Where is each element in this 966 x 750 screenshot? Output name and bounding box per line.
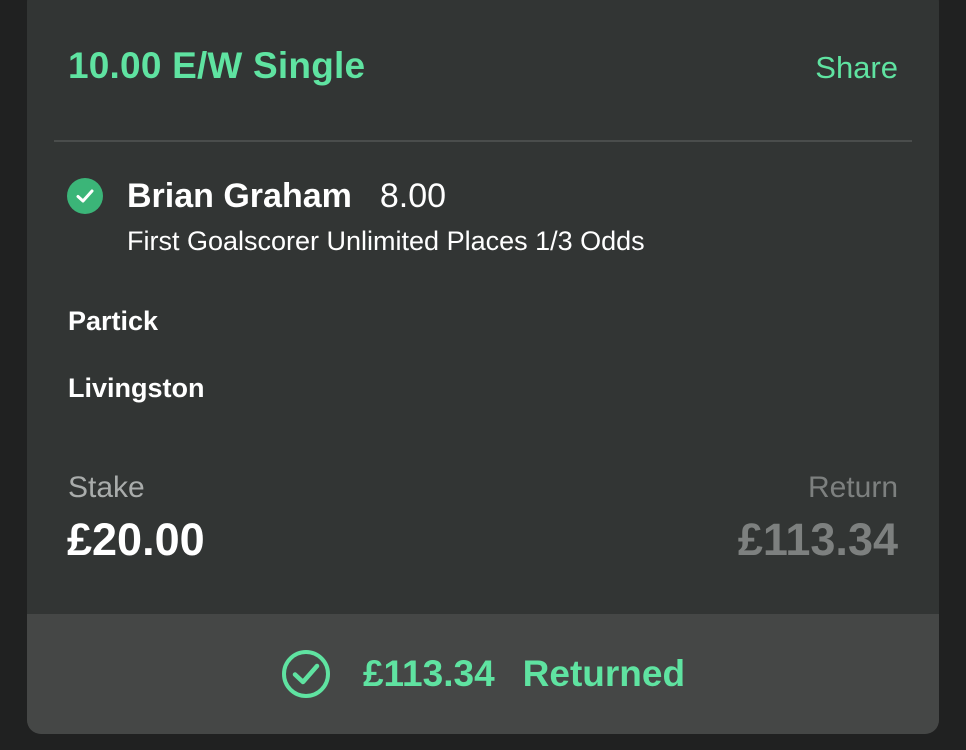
returned-banner: £113.34 Returned [27, 614, 939, 734]
return-label: Return [807, 471, 898, 504]
market-description: First Goalscorer Unlimited Places 1/3 Od… [127, 226, 645, 256]
header-divider [54, 140, 912, 142]
share-button[interactable]: Share [815, 50, 898, 86]
selection-odds: 8.00 [379, 176, 447, 215]
return-value: £113.34 [737, 514, 898, 565]
stake-value: £20.00 [67, 514, 205, 565]
returned-status: Returned [522, 653, 686, 694]
bet-header: 10.00 E/W Single Share [27, 0, 939, 142]
selection-name: Brian Graham [127, 176, 352, 215]
selection-row: Brian Graham 8.00 [67, 174, 446, 218]
returned-amount: £113.34 [362, 653, 495, 694]
bet-card: 10.00 E/W Single Share Brian Graham 8.00… [27, 0, 939, 734]
team-home: Partick [68, 306, 159, 336]
check-circle-icon [67, 178, 103, 214]
bet-title: 10.00 E/W Single [68, 45, 366, 86]
stake-label: Stake [68, 471, 145, 504]
check-outline-icon [281, 650, 330, 698]
team-away: Livingston [68, 373, 205, 403]
